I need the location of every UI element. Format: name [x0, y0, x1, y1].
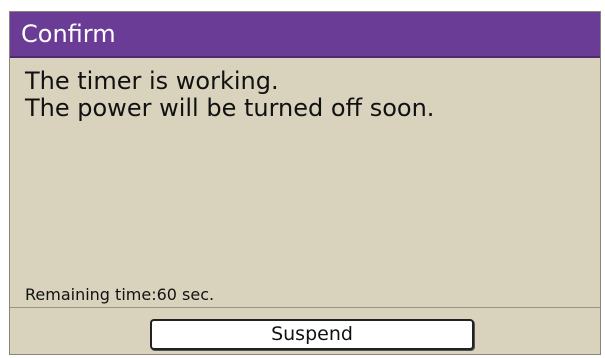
message-line-2: The power will be turned off soon.: [25, 94, 435, 122]
dialog-titlebar: Confirm: [10, 12, 600, 58]
remaining-time: Remaining time:60 sec.: [25, 285, 214, 305]
dialog-title: Confirm: [21, 20, 116, 48]
remaining-time-label: Remaining time:: [25, 285, 157, 304]
divider: [10, 307, 600, 308]
message-line-1: The timer is working.: [25, 67, 279, 95]
suspend-button[interactable]: Suspend: [150, 319, 474, 350]
remaining-time-value: 60 sec.: [156, 285, 215, 304]
dialog-message: The timer is working. The power will be …: [25, 68, 588, 122]
confirm-dialog: Confirm The timer is working. The power …: [9, 11, 601, 355]
